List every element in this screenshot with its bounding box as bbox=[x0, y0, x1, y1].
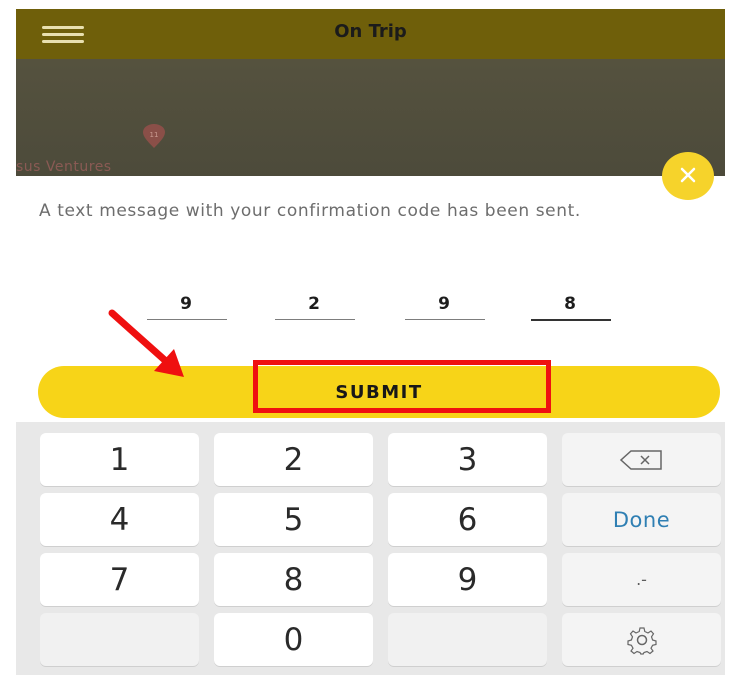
confirmation-message: A text message with your confirmation co… bbox=[39, 201, 581, 221]
blank-key bbox=[40, 613, 199, 666]
annotation-arrow-icon bbox=[108, 309, 184, 377]
code-underline-3 bbox=[405, 319, 485, 320]
punctuation-key[interactable]: .- bbox=[562, 553, 721, 606]
done-key[interactable]: Done bbox=[562, 493, 721, 546]
annotation-highlight-box bbox=[253, 360, 551, 413]
code-underline-2 bbox=[275, 319, 355, 320]
key-1[interactable]: 1 bbox=[40, 433, 199, 486]
numeric-keyboard: 1 2 3 4 5 6 Done 7 8 9 .- 0 bbox=[16, 422, 725, 675]
key-6[interactable]: 6 bbox=[388, 493, 547, 546]
key-4[interactable]: 4 bbox=[40, 493, 199, 546]
key-9[interactable]: 9 bbox=[388, 553, 547, 606]
svg-text:11: 11 bbox=[150, 131, 159, 139]
close-icon bbox=[680, 167, 696, 183]
map-view[interactable]: 11 sus Ventures bbox=[16, 59, 725, 176]
page-title: On Trip bbox=[334, 21, 407, 42]
key-2[interactable]: 2 bbox=[214, 433, 373, 486]
key-7[interactable]: 7 bbox=[40, 553, 199, 606]
backspace-icon bbox=[619, 449, 662, 470]
close-button[interactable] bbox=[662, 152, 714, 200]
backspace-key[interactable] bbox=[562, 433, 721, 486]
code-underline-4 bbox=[531, 319, 611, 321]
key-0[interactable]: 0 bbox=[214, 613, 373, 666]
code-digit-2[interactable]: 2 bbox=[275, 294, 353, 314]
settings-gear-icon bbox=[626, 626, 657, 655]
code-digit-4[interactable]: 8 bbox=[531, 294, 609, 314]
key-5[interactable]: 5 bbox=[214, 493, 373, 546]
key-3[interactable]: 3 bbox=[388, 433, 547, 486]
blank-key bbox=[388, 613, 547, 666]
map-place-label: sus Ventures bbox=[16, 159, 112, 175]
code-digit-3[interactable]: 9 bbox=[405, 294, 483, 314]
map-pin-icon[interactable]: 11 bbox=[141, 124, 167, 150]
key-8[interactable]: 8 bbox=[214, 553, 373, 606]
top-app-bar: On Trip bbox=[16, 9, 725, 59]
settings-key[interactable] bbox=[562, 613, 721, 666]
